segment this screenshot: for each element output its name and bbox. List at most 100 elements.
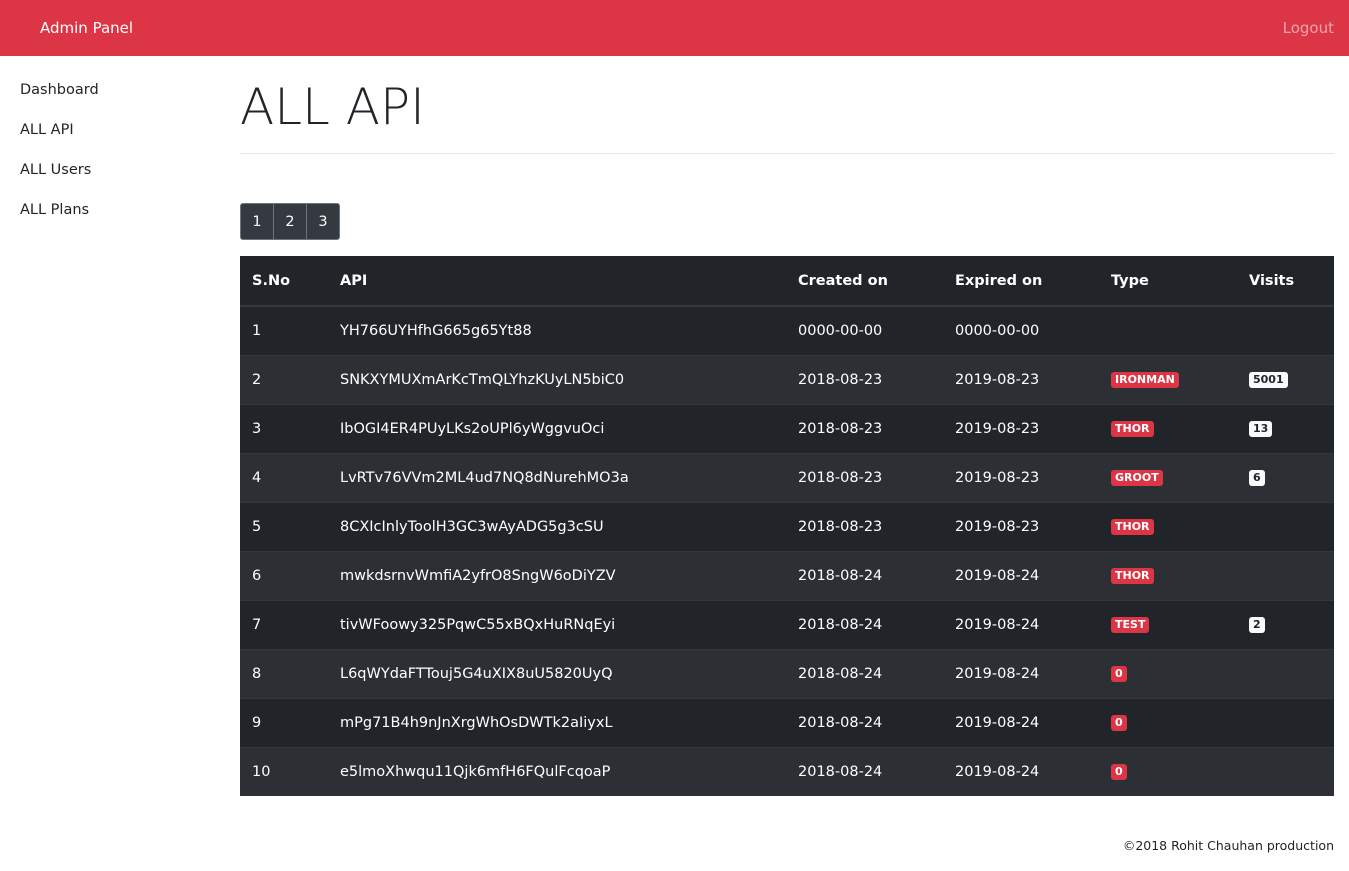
visits-cell: 5001: [1237, 354, 1334, 404]
table-row: 1 YH766UYHfhG665g65Yt88 0000-00-00 0000-00-…: [240, 305, 1334, 355]
visits-cell: [1237, 305, 1334, 355]
table-row: 9 mPg71B4h9nJnXrgWhOsDWTk2aIiyxL 2018-08-2…: [240, 697, 1334, 747]
sno-cell: 1: [240, 305, 328, 355]
sno-cell: 2: [240, 354, 328, 404]
sno-cell: 3: [240, 403, 328, 453]
page-title: ALL API: [240, 78, 425, 136]
sno-cell: 4: [240, 452, 328, 502]
column-header: API: [328, 256, 786, 307]
sno-cell: 6: [240, 550, 328, 600]
visits-cell: [1237, 697, 1334, 747]
created-cell: 0000-00-00: [786, 305, 943, 355]
created-cell: 2018-08-24: [786, 746, 943, 796]
column-header: Created on: [786, 256, 943, 307]
type-badge: THOR: [1111, 421, 1154, 437]
expired-cell: 0000-00-00: [943, 305, 1099, 355]
api-table: S.No API Created on Expired on Type Visits 1Y…: [240, 256, 1334, 796]
created-cell: 2018-08-24: [786, 697, 943, 747]
created-cell: 2018-08-24: [786, 648, 943, 698]
api-cell: YH766UYHfhG665g65Yt88: [328, 305, 786, 355]
type-cell: 0: [1099, 648, 1237, 698]
page-2-button[interactable]: 2: [273, 203, 307, 240]
expired-cell: 2019-08-23: [943, 501, 1099, 551]
type-badge: 0: [1111, 666, 1127, 682]
type-cell: TEST: [1099, 599, 1237, 649]
sno-cell: 8: [240, 648, 328, 698]
sno-cell: 10: [240, 746, 328, 796]
created-cell: 2018-08-24: [786, 550, 943, 600]
sidebar-item-all-api[interactable]: ALL API: [20, 120, 99, 160]
type-badge: THOR: [1111, 568, 1154, 584]
footer: ©2018 Rohit Chauhan production: [1122, 838, 1334, 853]
expired-cell: 2019-08-24: [943, 648, 1099, 698]
type-badge: GROOT: [1111, 470, 1163, 486]
api-cell: tivWFoowy325PqwC55xBQxHuRNqEyi: [328, 599, 786, 649]
type-cell: 0: [1099, 746, 1237, 796]
sno-cell: 9: [240, 697, 328, 747]
type-cell: THOR: [1099, 550, 1237, 600]
created-cell: 2018-08-23: [786, 403, 943, 453]
api-cell: LvRTv76VVm2ML4ud7NQ8dNurehMO3a: [328, 452, 786, 502]
column-header: Type: [1099, 256, 1237, 307]
table-row: 4 LvRTv76VVm2ML4ud7NQ8dNurehMO3a 2018-08-2…: [240, 452, 1334, 502]
column-header: Visits: [1237, 256, 1334, 307]
main-content: ALL API 1 2 3 S.No API Created on Expired o…: [240, 56, 1334, 796]
table-row: 8 L6qWYdaFTTouj5G4uXIX8uU5820UyQ 2018-08-2…: [240, 648, 1334, 698]
logout-link[interactable]: Logout: [1283, 19, 1334, 37]
visits-cell: [1237, 648, 1334, 698]
type-badge: IRONMAN: [1111, 372, 1179, 388]
column-header: S.No: [240, 256, 328, 307]
type-cell: 0: [1099, 697, 1237, 747]
type-cell: THOR: [1099, 403, 1237, 453]
type-cell: IRONMAN: [1099, 354, 1237, 404]
table-row: 2 SNKXYMUXmArKcTmQLYhzKUyLN5biC0 2018-08-2…: [240, 354, 1334, 404]
column-header: Expired on: [943, 256, 1099, 307]
api-cell: IbOGI4ER4PUyLKs2oUPl6yWggvuOci: [328, 403, 786, 453]
expired-cell: 2019-08-23: [943, 452, 1099, 502]
visits-cell: 13: [1237, 403, 1334, 453]
divider: [240, 153, 1334, 154]
api-cell: L6qWYdaFTTouj5G4uXIX8uU5820UyQ: [328, 648, 786, 698]
api-cell: mPg71B4h9nJnXrgWhOsDWTk2aIiyxL: [328, 697, 786, 747]
api-cell: SNKXYMUXmArKcTmQLYhzKUyLN5biC0: [328, 354, 786, 404]
sno-cell: 7: [240, 599, 328, 649]
api-cell: 8CXIcInlyToolH3GC3wAyADG5g3cSU: [328, 501, 786, 551]
visits-cell: [1237, 746, 1334, 796]
api-cell: e5lmoXhwqu11Qjk6mfH6FQulFcqoaP: [328, 746, 786, 796]
api-cell: mwkdsrnvWmfiA2yfrO8SngW6oDiYZV: [328, 550, 786, 600]
table-row: 10 e5lmoXhwqu11Qjk6mfH6FQulFcqoaP 2018-08-…: [240, 746, 1334, 796]
visits-badge: 5001: [1249, 372, 1288, 388]
type-badge: 0: [1111, 715, 1127, 731]
type-badge: THOR: [1111, 519, 1154, 535]
type-badge: 0: [1111, 764, 1127, 781]
visits-badge: 6: [1249, 470, 1265, 486]
expired-cell: 2019-08-24: [943, 550, 1099, 600]
sidebar: Dashboard ALL API ALL Users ALL Plans: [20, 80, 99, 240]
visits-cell: 2: [1237, 599, 1334, 649]
expired-cell: 2019-08-23: [943, 354, 1099, 404]
brand[interactable]: Admin Panel: [40, 19, 133, 37]
created-cell: 2018-08-23: [786, 452, 943, 502]
sidebar-item-all-plans[interactable]: ALL Plans: [20, 200, 99, 240]
visits-cell: 6: [1237, 452, 1334, 502]
expired-cell: 2019-08-24: [943, 599, 1099, 649]
page-1-button[interactable]: 1: [240, 203, 274, 240]
visits-badge: 2: [1249, 617, 1265, 633]
table-row: 5 8CXIcInlyToolH3GC3wAyADG5g3cSU 2018-08-2…: [240, 501, 1334, 551]
page-3-button[interactable]: 3: [306, 203, 340, 240]
expired-cell: 2019-08-24: [943, 697, 1099, 747]
table-row: 3 IbOGI4ER4PUyLKs2oUPl6yWggvuOci 2018-08-2…: [240, 403, 1334, 453]
sidebar-item-all-users[interactable]: ALL Users: [20, 160, 99, 200]
table-row: 7 tivWFoowy325PqwC55xBQxHuRNqEyi 2018-08-2…: [240, 599, 1334, 649]
visits-cell: [1237, 550, 1334, 600]
pagination: 1 2 3: [240, 203, 1334, 240]
type-cell: [1099, 305, 1237, 355]
table-row: 6 mwkdsrnvWmfiA2yfrO8SngW6oDiYZV 2018-08-2…: [240, 550, 1334, 600]
type-cell: GROOT: [1099, 452, 1237, 502]
sidebar-item-dashboard[interactable]: Dashboard: [20, 80, 99, 120]
expired-cell: 2019-08-23: [943, 403, 1099, 453]
created-cell: 2018-08-24: [786, 599, 943, 649]
visits-cell: [1237, 501, 1334, 551]
created-cell: 2018-08-23: [786, 501, 943, 551]
sno-cell: 5: [240, 501, 328, 551]
